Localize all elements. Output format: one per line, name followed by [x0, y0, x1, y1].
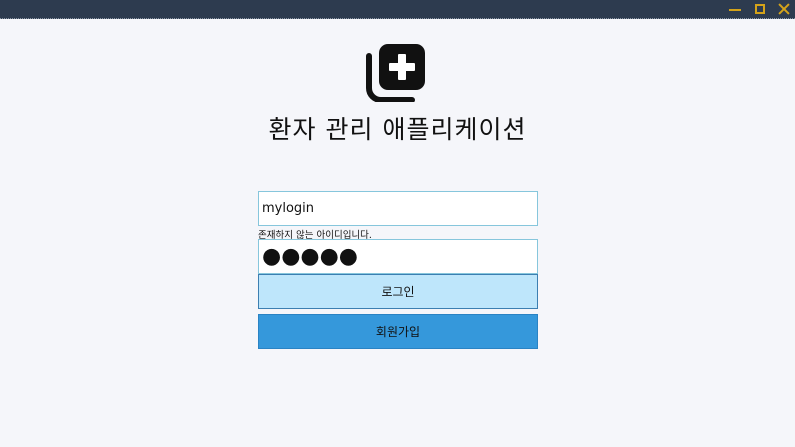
- maximize-icon: [755, 4, 765, 14]
- login-button[interactable]: 로그인: [258, 274, 538, 309]
- minimize-icon: [729, 9, 741, 11]
- password-mask: ●●●●●: [262, 244, 358, 269]
- minimize-button[interactable]: [724, 0, 746, 18]
- maximize-button[interactable]: [749, 0, 771, 18]
- signup-button-label: 회원가입: [375, 325, 421, 339]
- close-button[interactable]: [773, 0, 795, 18]
- login-button-label: 로그인: [381, 285, 415, 299]
- medical-plus-icon: [366, 42, 426, 103]
- signup-button[interactable]: 회원가입: [258, 314, 538, 349]
- close-icon: [778, 3, 790, 15]
- password-input[interactable]: ●●●●●: [258, 239, 538, 274]
- window-titlebar: [0, 0, 795, 19]
- user-id-input[interactable]: [258, 191, 538, 226]
- app-title: 환자 관리 애플리케이션: [268, 115, 527, 144]
